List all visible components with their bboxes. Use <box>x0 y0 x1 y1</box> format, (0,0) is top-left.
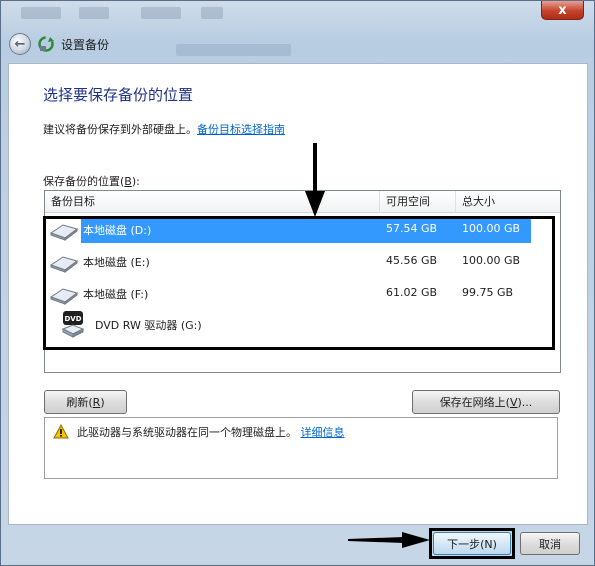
warning-text: 此驱动器与系统驱动器在同一个物理磁盘上。 <box>77 426 297 439</box>
refresh-label: 刷新( <box>66 396 93 409</box>
location-label-suffix: ): <box>131 175 140 188</box>
drive-free-space: 61.02 GB <box>386 286 438 299</box>
drive-name: 本地磁盘 (E:) <box>83 256 150 269</box>
list-item-drive-g[interactable]: DVD DVD RW 驱动器 (G:) <box>45 309 560 338</box>
network-accesskey: V <box>509 395 518 409</box>
cancel-button[interactable]: 取消 <box>520 532 580 555</box>
drive-name: DVD RW 驱动器 (G:) <box>95 319 202 332</box>
warning-icon <box>53 424 69 439</box>
hard-drive-icon <box>49 256 79 273</box>
title-bar-ghost <box>79 7 109 19</box>
location-label-text: 保存备份的位置( <box>43 175 125 188</box>
annotation-arrow-down-icon <box>305 143 325 217</box>
hard-drive-icon <box>49 224 79 241</box>
drive-total-size: 100.00 GB <box>462 254 521 267</box>
background-window-ghost <box>176 44 291 56</box>
list-item-drive-e[interactable]: 本地磁盘 (E:) 45.56 GB 100.00 GB <box>45 247 560 275</box>
list-item-drive-f[interactable]: 本地磁盘 (F:) 61.02 GB 99.75 GB <box>45 279 560 307</box>
back-button[interactable]: ← <box>9 33 31 55</box>
hard-drive-icon <box>49 288 79 305</box>
backup-window: x ← 设置备份 选择要保存备份的位置 建议将备份保存到外部硬盘上。备份目标选择… <box>0 0 595 566</box>
advice-text: 建议将备份保存到外部硬盘上。 <box>43 123 197 136</box>
nav-title: 设置备份 <box>61 37 110 52</box>
drive-free-space: 45.56 GB <box>386 254 438 267</box>
list-item-drive-d[interactable]: 本地磁盘 (D:) 57.54 GB 100.00 GB <box>45 215 560 243</box>
drive-total-size: 100.00 GB <box>462 222 521 235</box>
column-header-free-space[interactable]: 可用空间 <box>380 191 456 213</box>
title-bar-ghost <box>141 7 181 19</box>
close-button[interactable]: x <box>541 1 584 20</box>
backup-guide-link[interactable]: 备份目标选择指南 <box>197 123 285 136</box>
details-link[interactable]: 详细信息 <box>301 426 345 439</box>
drive-name: 本地磁盘 (D:) <box>83 224 152 237</box>
advice-line: 建议将备份保存到外部硬盘上。备份目标选择指南 <box>43 121 285 137</box>
warning-panel: 此驱动器与系统驱动器在同一个物理磁盘上。 详细信息 <box>44 417 558 479</box>
dvd-drive-icon: DVD <box>61 311 85 338</box>
close-icon: x <box>558 2 567 18</box>
save-on-network-button[interactable]: 保存在网络上(V)... <box>412 390 560 414</box>
drive-name: 本地磁盘 (F:) <box>83 288 149 301</box>
column-header-total-size[interactable]: 总大小 <box>456 191 560 213</box>
warning-line: 此驱动器与系统驱动器在同一个物理磁盘上。 详细信息 <box>77 424 345 440</box>
page-title: 选择要保存备份的位置 <box>43 86 194 104</box>
backup-icon <box>37 35 55 53</box>
refresh-button[interactable]: 刷新(R) <box>44 390 127 414</box>
drive-total-size: 99.75 GB <box>462 286 514 299</box>
network-label: 保存在网络上( <box>439 396 510 409</box>
backup-target-list[interactable]: 备份目标 可用空间 总大小 本地磁盘 (D:) 57.54 GB 100.00 … <box>44 190 561 373</box>
content-panel: 选择要保存备份的位置 建议将备份保存到外部硬盘上。备份目标选择指南 保存备份的位… <box>8 63 588 525</box>
location-label-accesskey: B <box>124 175 132 188</box>
refresh-accesskey: R <box>92 395 101 409</box>
next-button[interactable]: 下一步(N) <box>433 532 511 555</box>
annotation-arrow-right-icon <box>348 532 430 548</box>
drive-free-space: 57.54 GB <box>386 222 438 235</box>
title-bar-ghost <box>201 7 223 19</box>
network-suffix: )... <box>517 395 533 409</box>
refresh-suffix: ) <box>100 395 105 409</box>
title-bar-ghost <box>21 7 61 19</box>
svg-text:DVD: DVD <box>64 315 81 323</box>
back-arrow-icon: ← <box>14 36 26 52</box>
title-bar <box>1 1 541 27</box>
location-label: 保存备份的位置(B): <box>43 173 140 189</box>
column-header-target[interactable]: 备份目标 <box>45 191 380 213</box>
